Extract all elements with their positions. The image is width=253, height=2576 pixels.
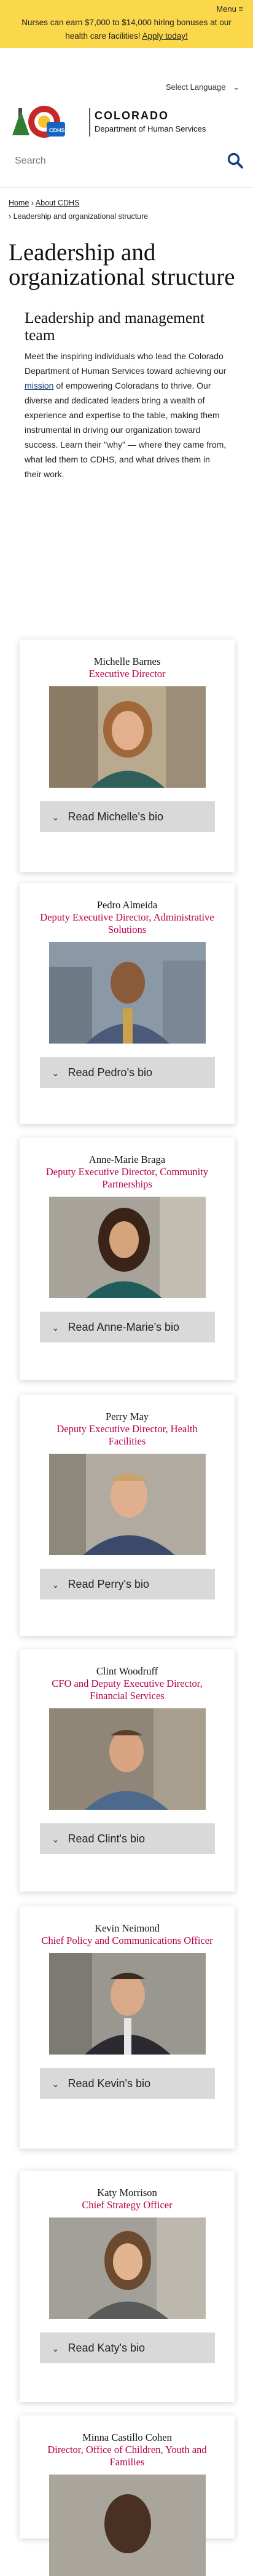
logo-badge-text: CDHS — [49, 127, 65, 133]
leader-title: Deputy Executive Director, Community Par… — [45, 1166, 209, 1190]
language-select[interactable]: Select Language ⌄ — [166, 82, 239, 92]
leader-name: Michelle Barnes — [93, 656, 161, 667]
chevron-down-icon: ⌄ — [52, 1068, 60, 1078]
section-heading: Leadership and management team — [25, 309, 205, 344]
leader-title: Chief Strategy Officer — [82, 2199, 173, 2211]
breadcrumb: Home › About CDHS › Leadership and organ… — [9, 199, 149, 221]
leader-name: Pedro Almeida — [96, 899, 158, 911]
leader-card: Anne-Marie Braga Deputy Executive Direct… — [20, 1138, 235, 1380]
breadcrumb-current: Leadership and organizational structure — [13, 212, 149, 221]
leader-card: Pedro Almeida Deputy Executive Director,… — [20, 883, 235, 1124]
leader-card: Perry May Deputy Executive Director, Hea… — [20, 1395, 235, 1636]
read-bio-button[interactable]: ⌄ Read Anne-Marie's bio — [39, 1312, 215, 1342]
leader-name: Katy Morrison — [97, 2187, 157, 2198]
leader-title: Deputy Executive Director, Health Facili… — [56, 1423, 198, 1447]
leader-title: Executive Director — [88, 668, 166, 680]
mission-link[interactable]: mission — [25, 381, 53, 390]
leader-card: Katy Morrison Chief Strategy Officer ⌄ Re… — [20, 2171, 235, 2402]
read-bio-button[interactable]: ⌄ Read Pedro's bio — [39, 1057, 215, 1088]
leader-name: Minna Castillo Cohen — [82, 2431, 172, 2443]
leader-name: Anne-Marie Braga — [88, 1154, 166, 1165]
chevron-down-icon: ⌄ — [52, 812, 60, 822]
chevron-down-icon: ⌄ — [52, 1322, 60, 1333]
logo-title: COLORADO — [95, 109, 169, 122]
chevron-down-icon: ⌄ — [233, 82, 239, 92]
leader-card: Kevin Neimond Chief Policy and Communica… — [20, 1906, 235, 2149]
menu-button[interactable]: Menu ≡ — [216, 4, 243, 14]
leader-photo — [49, 2217, 206, 2319]
intro-paragraph: Meet the inspiring individuals who lead … — [25, 351, 227, 479]
leader-title: Chief Policy and Communications Officer — [41, 1935, 213, 1946]
read-bio-button[interactable]: ⌄ Read Michelle's bio — [39, 801, 215, 832]
read-bio-button[interactable]: ⌄ Read Kevin's bio — [39, 2068, 215, 2099]
language-row: Select Language ⌄ — [0, 48, 253, 97]
leader-name: Clint Woodruff — [96, 1665, 158, 1677]
apply-today-link[interactable]: Apply today! — [142, 31, 188, 41]
leader-card: Michelle Barnes Executive Director ⌄ Read… — [20, 640, 235, 872]
read-bio-button[interactable]: ⌄ Read Katy's bio — [39, 2332, 215, 2363]
leader-title: Director, Office of Children, Youth and … — [47, 2444, 207, 2468]
read-bio-button[interactable]: ⌄ Read Clint's bio — [39, 1823, 215, 1854]
leader-photo — [49, 1953, 206, 2055]
breadcrumb-about[interactable]: About CDHS — [36, 199, 80, 207]
read-bio-button[interactable]: ⌄ Read Perry's bio — [39, 1569, 215, 1599]
top-bar: Menu ≡ — [0, 0, 253, 16]
chevron-down-icon: ⌄ — [52, 1834, 60, 1844]
leader-photo — [49, 1197, 206, 1298]
chevron-down-icon: ⌄ — [52, 1579, 60, 1590]
chevron-down-icon: ⌄ — [52, 2343, 60, 2353]
leader-photo — [49, 686, 206, 788]
breadcrumb-home[interactable]: Home — [9, 199, 29, 207]
leader-card: Clint Woodruff CFO and Deputy Executive … — [20, 1649, 235, 1892]
leader-title: Deputy Executive Director, Administrativ… — [40, 911, 214, 935]
page-title: Leadership and organizational structure — [9, 239, 235, 290]
logo-graphic: CDHS COLORADO Department of Human Servic… — [12, 106, 206, 138]
chevron-down-icon: ⌄ — [52, 2079, 60, 2089]
search-input[interactable] — [14, 155, 219, 167]
leader-photo — [49, 1708, 206, 1810]
leader-name: Perry May — [105, 1411, 149, 1422]
leader-title: CFO and Deputy Executive Director, Finan… — [52, 1678, 203, 1702]
search-icon[interactable] — [227, 153, 243, 168]
logo-subtitle: Department of Human Services — [95, 124, 206, 133]
language-label: Select Language — [165, 82, 226, 92]
banner-text: Nurses can earn $7,000 to $14,000 hiring… — [21, 18, 232, 41]
leader-name: Kevin Neimond — [95, 1922, 160, 1934]
search-bar — [0, 150, 253, 188]
site-logo[interactable]: CDHS COLORADO Department of Human Servic… — [0, 97, 253, 150]
leader-card: Minna Castillo Cohen Director, Office of… — [20, 2415, 235, 2576]
leader-photo — [49, 942, 206, 1044]
leader-photo — [49, 1454, 206, 1555]
leader-photo — [49, 2475, 206, 2576]
